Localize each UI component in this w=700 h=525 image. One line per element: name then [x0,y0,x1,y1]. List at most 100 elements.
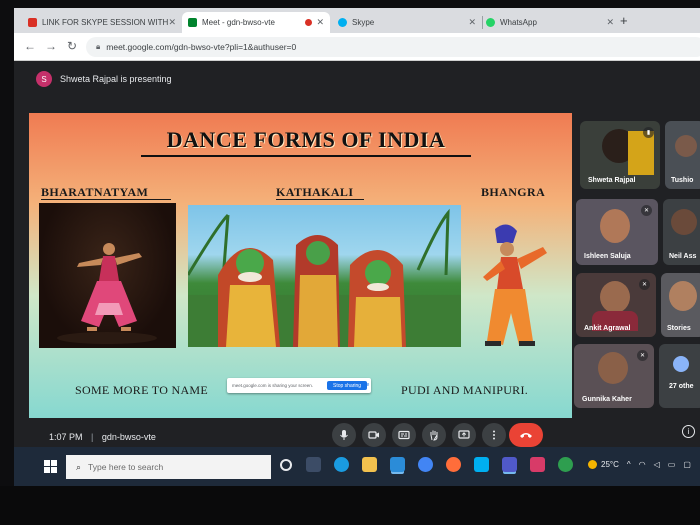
gmail-icon [28,18,37,27]
battery-icon[interactable]: ▭ [668,460,676,469]
meet-icon [188,18,197,27]
dance-label-bhangra: BHANGRA [481,185,546,199]
mic-muted-icon: ✕ [639,279,650,290]
participant-video [600,281,630,313]
participant-name: Shweta Rajpal [588,177,636,184]
close-icon[interactable]: ✕ [168,17,176,28]
bhangra-image [477,221,561,351]
firefox-icon[interactable] [446,457,461,472]
meeting-info-button[interactable]: i [682,425,695,438]
tab-meet[interactable]: Meet - gdn-bwso-vte ✕ [182,12,330,33]
participant-name: Ishleen Saluja [584,253,631,260]
info-icon: i [687,427,690,436]
monitor-bezel-bottom [0,486,700,525]
close-icon[interactable]: ✕ [606,17,614,28]
slide-title: DANCE FORMS OF INDIA [166,127,446,152]
camera-button[interactable] [362,423,386,447]
forward-arrow-icon[interactable]: → [45,39,57,53]
wifi-icon[interactable]: ◠ [639,460,646,469]
teams-icon[interactable] [502,457,517,472]
cortana-icon[interactable] [280,459,292,471]
meet-window: S Shweta Rajpal is presenting DANCE FORM… [14,61,700,486]
windows-start-icon[interactable] [44,460,57,473]
raise-hand-button[interactable] [422,423,446,447]
participant-tile[interactable]: ✕ Ishleen Saluja [576,199,658,265]
participant-name: Gunnika Kaher [582,396,632,403]
participant-tile[interactable]: Neil Ass [663,199,700,265]
participant-name: Stories [667,325,691,332]
bharatnatyam-image [39,203,176,348]
details-separator: | [91,432,94,442]
others-tile[interactable]: 27 othe [659,344,700,408]
participant-name: Ankit Agrawal [584,325,631,332]
participant-video [600,209,630,243]
end-call-button[interactable] [509,423,543,447]
slide-footer-right: PUDI AND MANIPURI. [401,383,529,397]
url-text: meet.google.com/gdn-bwso-vte?pli=1&authu… [106,42,297,52]
windows-taskbar: ⌕ Type here to search 25°C ^ ◠ ◁ ▭ ▢ [14,447,700,486]
task-view-icon[interactable] [306,457,321,472]
mic-active-icon: ▮ [643,127,654,138]
label-underline [41,199,171,200]
others-avatar [673,356,689,372]
tab-gmail[interactable]: LINK FOR SKYPE SESSION WITH ✕ [22,12,182,33]
tab-skype[interactable]: Skype ✕ [332,12,483,33]
present-button[interactable] [452,423,476,447]
participant-tile[interactable]: ▮ Shweta Rajpal [580,121,660,189]
camera-icon [368,431,379,439]
tab-whatsapp[interactable]: WhatsApp ✕ [480,12,620,33]
participant-tile[interactable]: ✕ Gunnika Kaher [574,344,654,408]
file-explorer-icon[interactable] [362,457,377,472]
meeting-code: gdn-bwso-vte [101,432,156,442]
temperature-text: 25°C [601,460,619,469]
microphone-button[interactable] [332,423,356,447]
chrome-icon[interactable] [418,457,433,472]
captions-button[interactable] [392,423,416,447]
participant-tile[interactable]: Tushio [665,121,700,189]
hand-icon [430,430,438,441]
volume-icon[interactable]: ◁ [654,460,660,469]
back-arrow-icon[interactable]: ← [24,39,36,53]
hide-button[interactable]: Hide [359,382,369,388]
address-bar[interactable]: 🔒︎ meet.google.com/gdn-bwso-vte?pli=1&au… [86,37,700,57]
chevron-up-icon[interactable]: ^ [627,460,631,469]
mic-muted-icon: ✕ [637,350,648,361]
title-underline [141,155,471,157]
monitor-bezel-top [0,0,700,8]
more-vertical-icon [493,430,495,440]
participant-tile[interactable]: Stories [661,273,700,337]
participant-video [671,209,697,235]
app-icon[interactable] [530,457,545,472]
store-icon[interactable] [390,457,405,472]
meeting-time: 1:07 PM [49,432,83,442]
more-options-button[interactable] [482,423,506,447]
notification-icon[interactable]: ▢ [683,460,691,469]
kathakali-image [188,205,461,347]
whatsapp-icon [486,18,495,27]
participant-video [669,281,697,311]
participant-video [598,352,628,384]
tab-label: Meet - gdn-bwso-vte [202,18,275,27]
new-tab-button[interactable]: + [620,13,628,28]
others-count: 27 othe [669,383,694,390]
participant-tile[interactable]: ✕ Ankit Agrawal [576,273,656,337]
presentation-slide: DANCE FORMS OF INDIA BHARATNATYAM KATHAK… [29,113,572,418]
reload-icon[interactable]: ↻ [67,39,77,53]
taskbar-search-box[interactable]: ⌕ Type here to search [66,455,271,479]
screen-share-bar: meet.google.com is sharing your screen. … [227,378,371,393]
whatsapp-taskbar-icon[interactable] [558,457,573,472]
system-tray: 25°C ^ ◠ ◁ ▭ ▢ [588,460,691,469]
presenter-text: Shweta Rajpal is presenting [60,74,172,84]
meeting-details: 1:07 PM | gdn-bwso-vte [49,432,156,442]
presenter-avatar: S [36,71,52,87]
recording-indicator-icon [305,19,312,26]
close-icon[interactable]: ✕ [316,17,324,28]
skype-taskbar-icon[interactable] [474,457,489,472]
edge-icon[interactable] [334,457,349,472]
share-bar-text: meet.google.com is sharing your screen. [232,383,314,388]
browser-toolbar: ← → ↻ 🔒︎ meet.google.com/gdn-bwso-vte?pl… [14,33,700,61]
participant-video [675,135,697,157]
close-icon[interactable]: ✕ [468,17,476,28]
dance-label-kathakali: KATHAKALI [276,185,354,199]
present-screen-icon [458,430,470,439]
